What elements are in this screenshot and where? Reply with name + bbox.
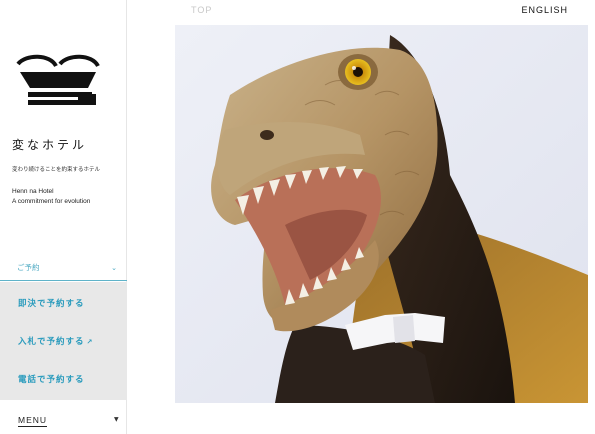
nav-top-link[interactable]: TOP [191, 5, 212, 15]
menu-button[interactable]: MENU [18, 415, 48, 427]
brand-tagline-en: A commitment for evolution [12, 198, 91, 205]
reserve-bid-button[interactable]: 入札で予約する ↗ [18, 335, 93, 347]
brand-name-en: Henn na Hotel [12, 188, 54, 195]
reservation-menu: 即決で予約する 入札で予約する ↗ 電話で予約する [0, 282, 127, 400]
hotel-logo-icon[interactable] [16, 50, 100, 108]
brand-text-en: Henn na Hotel A commitment for evolution [12, 187, 90, 207]
sidebar: 変なホテル 変わり続けることを約束するホテル Henn na Hotel A c… [0, 0, 127, 434]
reservation-toggle[interactable]: ご予約 ⌄ [0, 255, 127, 281]
brand-tagline-jp: 変わり続けることを約束するホテル [12, 167, 101, 173]
reserve-phone-button[interactable]: 電話で予約する [18, 373, 85, 385]
reserve-instant-label: 即決で予約する [18, 299, 85, 309]
hero-image [175, 25, 588, 403]
menu-chevron-icon: ▼ [114, 416, 119, 423]
language-switch-english[interactable]: ENGLISH [521, 5, 568, 15]
dinosaur-illustration [175, 25, 588, 403]
brand-name-jp: 変なホテル [12, 138, 88, 152]
external-link-icon: ↗ [86, 338, 94, 346]
reserve-phone-label: 電話で予約する [18, 375, 85, 385]
reservation-toggle-label: ご予約 [17, 263, 40, 272]
reserve-bid-label: 入札で予約する [18, 337, 85, 347]
chevron-down-icon: ⌄ [111, 263, 117, 272]
reserve-instant-button[interactable]: 即決で予約する [18, 297, 85, 309]
